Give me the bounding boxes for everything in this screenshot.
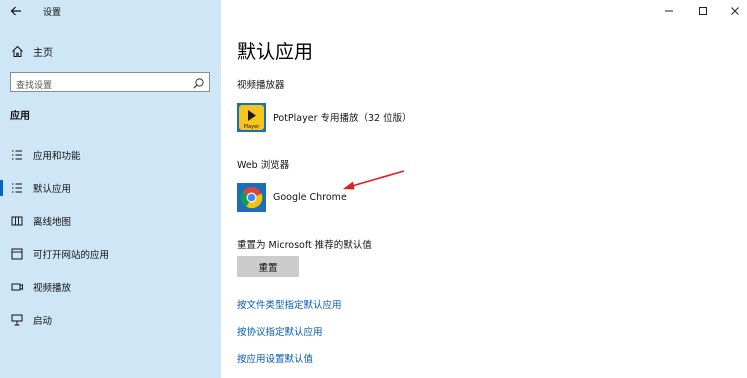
video-player-label: 视频播放器 [237,80,285,91]
sidebar-item-apps-for-websites[interactable]: 可打开网站的应用 [0,243,221,265]
sidebar: 设置 主页 应用 应用和功能 默认应用 离线地图 可打开网站的 [0,0,221,378]
web-browser-label: Web 浏览器 [237,160,290,171]
minimize-icon[interactable] [661,3,677,19]
link-file-type-defaults[interactable]: 按文件类型指定默认应用 [237,297,342,311]
close-icon[interactable] [727,3,743,19]
video-player-app-name: PotPlayer 专用播放（32 位版） [273,113,412,124]
sidebar-item-label: 应用和功能 [33,151,81,162]
potplayer-icon: Player [237,102,266,132]
link-protocol-defaults[interactable]: 按协议指定默认应用 [237,324,323,338]
window-title: 设置 [43,8,62,18]
startup-icon [11,314,23,326]
apps-for-websites-icon [11,248,23,260]
web-browser-app-name: Google Chrome [273,191,347,203]
video-playback-icon [11,281,23,293]
default-apps-icon [11,182,23,194]
reset-label: 重置为 Microsoft 推荐的默认值 [237,240,372,251]
sidebar-home[interactable]: 主页 [10,42,53,60]
reset-button[interactable]: 重置 [237,256,299,277]
svg-text:Player: Player [244,124,261,130]
search-input[interactable] [11,77,186,95]
sidebar-home-label: 主页 [33,47,53,59]
apps-features-icon [11,149,23,161]
video-player-app-button[interactable]: Player PotPlayer 专用播放（32 位版） [237,102,412,132]
sidebar-item-label: 默认应用 [33,184,72,195]
sidebar-item-startup[interactable]: 启动 [0,309,221,331]
page-title: 默认应用 [237,41,314,63]
sidebar-item-video-playback[interactable]: 视频播放 [0,276,221,298]
back-arrow-icon[interactable] [9,4,25,20]
sidebar-item-label: 可打开网站的应用 [33,250,110,261]
sidebar-item-label: 离线地图 [33,217,72,228]
sidebar-item-label: 启动 [33,316,53,327]
offline-maps-icon [11,215,23,227]
sidebar-section-label: 应用 [10,111,30,122]
sidebar-item-apps-features[interactable]: 应用和功能 [0,144,221,166]
home-icon [10,44,24,58]
web-browser-app-button[interactable]: Google Chrome [237,182,347,212]
link-app-defaults[interactable]: 按应用设置默认值 [237,351,313,365]
sidebar-item-default-apps[interactable]: 默认应用 [0,177,221,199]
maximize-icon[interactable] [695,3,711,19]
annotation-arrow-icon [343,170,405,190]
search-box[interactable] [10,72,210,95]
search-icon[interactable] [192,75,205,89]
sidebar-item-label: 视频播放 [33,283,72,294]
sidebar-item-offline-maps[interactable]: 离线地图 [0,210,221,232]
chrome-icon [237,182,266,212]
